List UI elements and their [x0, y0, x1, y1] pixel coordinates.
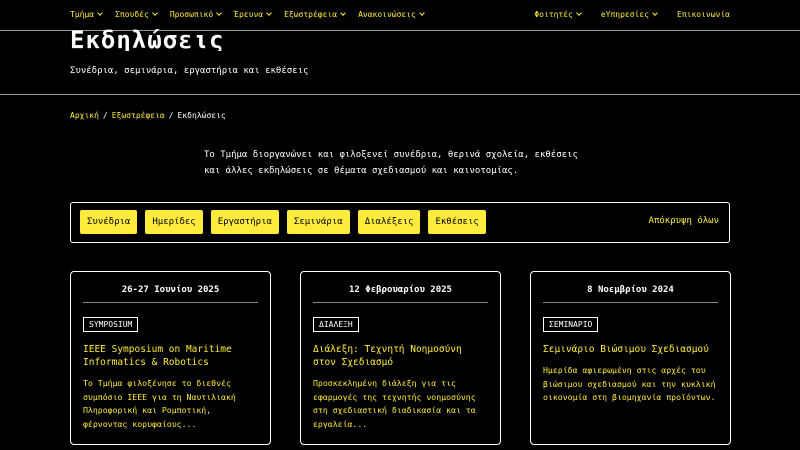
- intro-line: Το Τμήμα διοργανώνει και φιλοξενεί συνέδ…: [204, 150, 578, 160]
- event-description: Το Τμήμα φιλοξένησε το διεθνές συμπόσιο …: [83, 378, 236, 429]
- chevron-down-icon: [97, 10, 103, 16]
- event-date: 26-27 Ιουνίου 2025: [83, 285, 258, 303]
- chevron-down-icon: [151, 10, 158, 16]
- chevron-down-icon: [266, 10, 272, 16]
- nav-item-label: Τμήμα: [70, 10, 95, 19]
- event-filter-bar: Συνέδρια Ημερίδες Εργαστήρια Σεμινάρια Δ…: [70, 202, 730, 243]
- nav-item-label: Σπουδές: [115, 10, 149, 19]
- nav-item-staff[interactable]: Προσωπικό: [169, 10, 223, 19]
- intro-line: και άλλες εκδηλώσεις σε θέματα σχεδιασμο…: [204, 166, 519, 176]
- nav-item-department[interactable]: Τμήμα: [70, 10, 103, 19]
- chevron-down-icon: [216, 10, 223, 16]
- event-title-link[interactable]: Διάλεξη: Τεχνητή Νοημοσύνη στον Σχεδιασμ…: [313, 343, 490, 369]
- chevron-down-icon: [652, 10, 658, 16]
- nav-item-label: eΥπηρεσίες: [600, 10, 650, 19]
- event-description: Προσκεκλημένη διάλεξη για τις εφαρμογές …: [313, 378, 476, 429]
- event-card[interactable]: 26-27 Ιουνίου 2025 SYMPOSIUM IEEE Sympos…: [70, 271, 271, 445]
- page-subtitle: Συνέδρια, σεμινάρια, εργαστήρια και εκθέ…: [70, 66, 309, 76]
- nav-item-label: Εξωστρέφεια: [284, 10, 338, 19]
- nav-item-label: Επικοινωνία: [677, 10, 730, 19]
- nav-item-research[interactable]: Έρευνα: [234, 10, 272, 19]
- filter-chip-conferences[interactable]: Συνέδρια: [80, 210, 138, 234]
- event-card[interactable]: 12 Φεβρουαρίου 2025 ΔΙΑΛΕΞΗ Διάλεξη: Τεχ…: [300, 271, 501, 445]
- page-title: Εκδηλώσεις: [70, 26, 225, 51]
- breadcrumb-outreach-link[interactable]: Εξωστρέφεια: [112, 111, 165, 120]
- nav-item-label: Ανακοινώσεις: [358, 10, 416, 19]
- nav-item-students[interactable]: Φοιτητές: [534, 10, 582, 19]
- nav-item-label: Προσωπικό: [169, 10, 214, 19]
- filter-chip-seminars[interactable]: Σεμινάρια: [286, 210, 350, 234]
- event-date: 8 Νοεμβρίου 2024: [543, 285, 718, 303]
- event-type-badge: ΣΕΜΙΝΑΡΙΟ: [543, 317, 599, 332]
- nav-left: Τμήμα Σπουδές Προσωπικό Έρευνα Εξωστρέφε…: [70, 10, 437, 19]
- nav-item-contact[interactable]: Επικοινωνία: [677, 10, 730, 19]
- event-type-badge: ΔΙΑΛΕΞΗ: [313, 317, 359, 332]
- nav-item-announcements[interactable]: Ανακοινώσεις: [358, 10, 425, 19]
- breadcrumb-current: Εκδηλώσεις: [177, 111, 226, 120]
- event-cards: 26-27 Ιουνίου 2025 SYMPOSIUM IEEE Sympos…: [70, 271, 731, 445]
- event-description: Ημερίδα αφιερωμένη στις αρχές του βιώσιμ…: [543, 365, 716, 402]
- event-title-link[interactable]: Σεμινάριο Βιώσιμου Σχεδιασμού: [543, 343, 720, 356]
- breadcrumb: Αρχική / Εξωστρέφεια / Εκδηλώσεις: [70, 111, 226, 120]
- filter-chip-exhibitions[interactable]: Εκθέσεις: [428, 210, 486, 234]
- event-card[interactable]: 8 Νοεμβρίου 2024 ΣΕΜΙΝΑΡΙΟ Σεμινάριο Βιώ…: [530, 271, 731, 445]
- hide-all-button[interactable]: Απόκρυψη όλων: [649, 216, 719, 226]
- filter-chips: Συνέδρια Ημερίδες Εργαστήρια Σεμινάρια Δ…: [80, 210, 486, 234]
- filter-chip-lectures[interactable]: Διαλέξεις: [357, 210, 421, 234]
- nav-item-studies[interactable]: Σπουδές: [115, 10, 158, 19]
- filter-chip-workshops-day[interactable]: Ημερίδες: [145, 210, 203, 234]
- nav-right: Φοιτητές eΥπηρεσίες Επικοινωνία: [514, 10, 730, 19]
- intro-text: Το Τμήμα διοργανώνει και φιλοξενεί συνέδ…: [204, 147, 624, 179]
- breadcrumb-home-link[interactable]: Αρχική: [70, 111, 99, 120]
- event-title-link[interactable]: IEEE Symposium on Maritime Informatics &…: [83, 343, 260, 369]
- filter-chip-labs[interactable]: Εργαστήρια: [210, 210, 279, 234]
- nav-item-eservices[interactable]: eΥπηρεσίες: [600, 10, 658, 19]
- chevron-down-icon: [340, 10, 346, 16]
- breadcrumb-separator: /: [102, 111, 108, 120]
- event-date: 12 Φεβρουαρίου 2025: [313, 285, 488, 303]
- hero-divider: [0, 94, 800, 95]
- nav-item-label: Έρευνα: [234, 10, 264, 19]
- chevron-down-icon: [419, 10, 425, 16]
- chevron-down-icon: [576, 10, 582, 16]
- nav-item-label: Φοιτητές: [534, 10, 573, 19]
- breadcrumb-separator: /: [168, 111, 174, 120]
- event-type-badge: SYMPOSIUM: [83, 317, 139, 332]
- nav-item-outreach[interactable]: Εξωστρέφεια: [284, 10, 346, 19]
